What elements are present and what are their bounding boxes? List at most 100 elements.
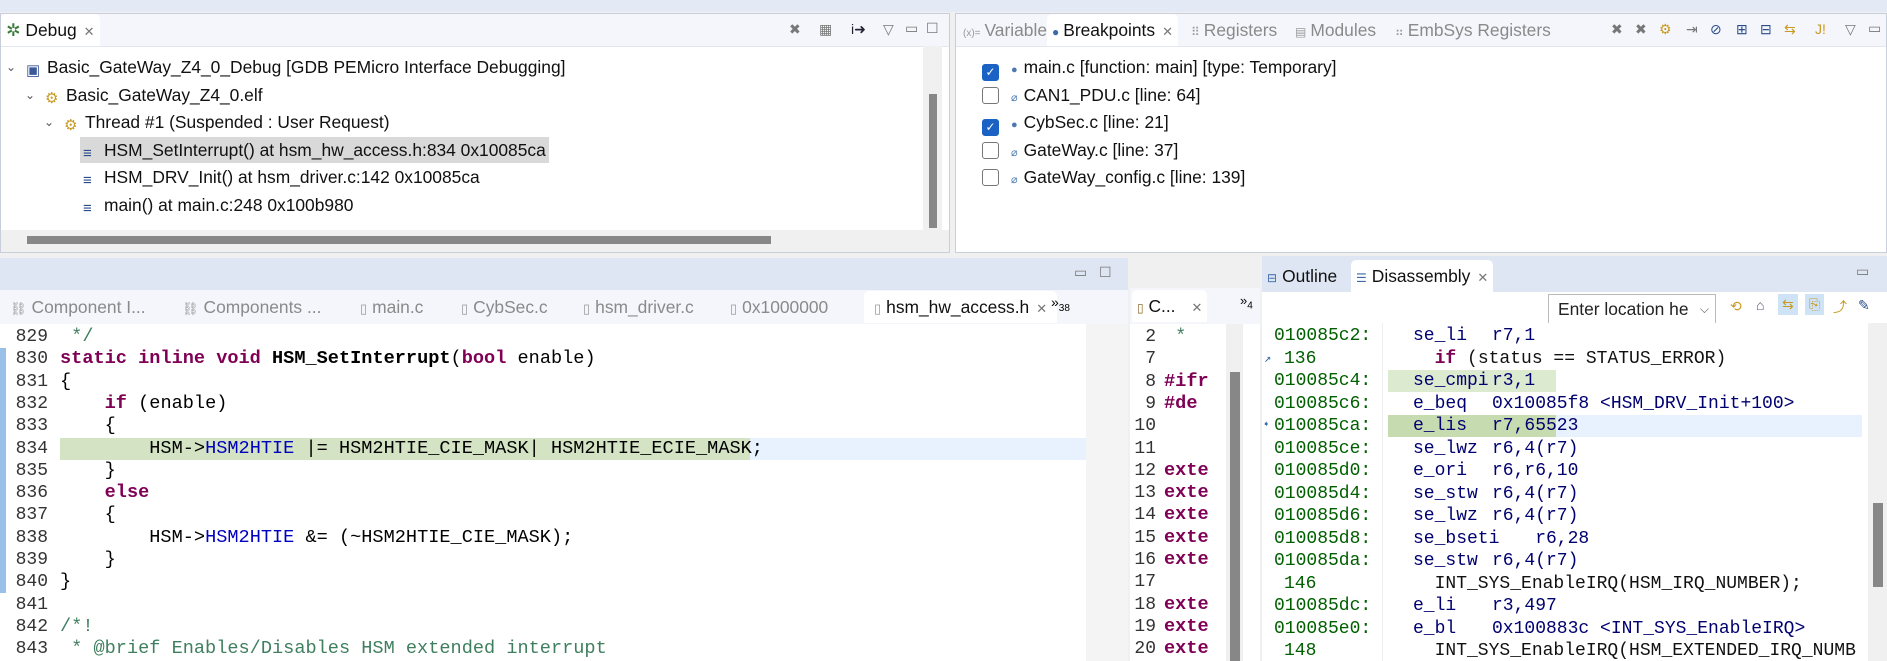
tab-editor-file[interactable]: ▯ hsm_driver.c	[583, 291, 694, 323]
show-supported-icon[interactable]: ⚙	[1659, 21, 1672, 38]
tab-editor-file[interactable]: ▯ hsm_hw_access.h ✕	[864, 291, 1058, 323]
goto-file-icon[interactable]: ⇥	[1686, 21, 1698, 38]
breakpoint-checkbox[interactable]	[982, 169, 999, 187]
code-editor[interactable]: 829 */ 830 static inline void HSM_SetInter…	[0, 324, 1086, 661]
grid-icon[interactable]: ▦	[819, 21, 832, 38]
horizontal-scrollbar[interactable]	[1, 230, 949, 252]
chevron-down-icon[interactable]: ⌵	[1699, 295, 1709, 323]
disassembly-row[interactable]: 010085dc: e_li r3,497	[1262, 595, 1868, 617]
breakpoint-checkbox[interactable]	[982, 141, 999, 159]
scrollbar-thumb[interactable]	[1873, 503, 1883, 587]
tab-editor-file[interactable]: ▯ 0x1000000	[730, 291, 828, 323]
close-icon[interactable]: ✕	[1162, 24, 1173, 39]
home-icon[interactable]: ⌂	[1756, 297, 1764, 313]
view-menu-icon[interactable]: ▽	[883, 21, 894, 38]
disassembly-row[interactable]: 010085d6: se_lwz r6,4(r7)	[1262, 505, 1868, 527]
tab-modules[interactable]: ▤ Modules	[1295, 14, 1376, 46]
close-icon[interactable]: ✕	[1036, 301, 1047, 316]
side-code[interactable]: 2 * 7 8 #ifr 9 #de 10 11 12 exte 13 exte 14 exte 15 ex…	[1130, 324, 1226, 661]
tab-editor-file[interactable]: ▯ main.c	[360, 291, 423, 323]
disassembly-row[interactable]: 148 INT_SYS_EnableIRQ(HSM_EXTENDED_IRQ_N…	[1262, 640, 1868, 661]
disassembly-row[interactable]: 010085d8: se_bseti r6,28	[1262, 528, 1868, 550]
breakpoint-checkbox[interactable]: ✓	[982, 119, 999, 137]
maximize-icon[interactable]: ☐	[926, 20, 939, 37]
close-icon[interactable]: ✕	[1192, 300, 1203, 315]
overview-ruler	[1086, 324, 1128, 661]
chevron-down-icon[interactable]: ⌄	[44, 109, 54, 135]
code-line: /*!	[60, 616, 93, 638]
tab-registers[interactable]: ⠿ Registers	[1191, 14, 1277, 46]
tree-item[interactable]: ≡ HSM_SetInterrupt() at hsm_hw_access.h:8…	[80, 136, 549, 163]
disassembly-row[interactable]: 010085d0: e_ori r6,r6,10	[1262, 460, 1868, 482]
breakpoint-item[interactable]: ⌀ CAN1_PDU.c [line: 64]	[982, 82, 1201, 108]
link-with-editor-icon[interactable]: ⇆	[1778, 294, 1798, 315]
disassembly-row[interactable]: 010085d4: se_stw r6,4(r7)	[1262, 483, 1868, 505]
scrollbar-thumb[interactable]	[929, 94, 937, 228]
minimize-icon[interactable]: ▭	[905, 20, 918, 37]
disassembly-row[interactable]: ↗ 136 if (status == STATUS_ERROR)	[1262, 348, 1868, 370]
disassembly-row[interactable]: 010085e0: e_bl 0x100883c <INT_SYS_EnableIR…	[1262, 618, 1868, 640]
tab-editor-file[interactable]: ⛓ Component I...	[10, 291, 146, 323]
breakpoint-checkbox[interactable]	[982, 86, 999, 104]
chevron-down-icon[interactable]: ⌄	[6, 54, 16, 80]
remove-breakpoint-icon[interactable]: ✖	[1611, 21, 1623, 38]
close-icon[interactable]: ✕	[84, 24, 95, 39]
remove-all-breakpoints-icon[interactable]: ✖	[1635, 21, 1647, 38]
close-icon[interactable]: ✕	[1477, 270, 1488, 285]
breakpoint-item[interactable]: ⌀ GateWay_config.c [line: 139]	[982, 164, 1245, 190]
breakpoint-checkbox[interactable]: ✓	[982, 64, 999, 81]
tree-item[interactable]: ⌄ ⚙ Basic_GateWay_Z4_0.elf	[25, 82, 266, 108]
maximize-icon[interactable]: ☐	[1099, 264, 1112, 281]
scrollbar-thumb[interactable]	[27, 236, 771, 244]
java-exception-icon[interactable]: J!	[1815, 21, 1826, 37]
minimize-icon[interactable]: ▭	[1856, 263, 1869, 280]
disassembly-row[interactable]: ➧ 010085ca: e_lis r7,65523	[1262, 415, 1868, 437]
disassembly-listing[interactable]: 010085c2: se_li r7,1 ↗ 136 if (status == STA…	[1262, 323, 1868, 661]
vertical-scrollbar[interactable]	[1868, 323, 1887, 661]
tab-variables[interactable]: (x)= Variables	[963, 14, 1056, 46]
tree-item[interactable]: ≡ main() at main.c:248 0x100b980	[80, 192, 356, 218]
show-source-icon[interactable]: ⎘	[1805, 294, 1825, 315]
expand-all-icon[interactable]: ⊞	[1736, 21, 1748, 38]
disassembly-row[interactable]: 010085c2: se_li r7,1	[1262, 325, 1868, 347]
minimize-icon[interactable]: ▭	[1074, 264, 1087, 281]
vertical-scrollbar[interactable]	[1226, 324, 1243, 661]
vertical-scrollbar[interactable]	[923, 46, 942, 230]
tree-item[interactable]: ≡ HSM_DRV_Init() at hsm_driver.c:142 0x10…	[80, 164, 483, 190]
step-into-icon[interactable]: i➜	[851, 21, 866, 38]
minimize-icon[interactable]: ▭	[1868, 20, 1881, 37]
tree-item[interactable]: ⌄ ⚙ Thread #1 (Suspended : User Request)	[44, 109, 393, 135]
scrollbar-thumb[interactable]	[1230, 372, 1240, 661]
tab-disassembly[interactable]: ☰ Disassembly ✕	[1351, 260, 1494, 292]
disassembly-row[interactable]: 010085da: se_stw r6,4(r7)	[1262, 550, 1868, 572]
tab-breakpoints[interactable]: ● Breakpoints ✕	[1047, 14, 1178, 46]
disassembly-row[interactable]: 010085c4: se_cmpi r3,1	[1262, 370, 1868, 392]
tab-overflow[interactable]: »4	[1240, 293, 1253, 312]
tab-editor-file[interactable]: ⛓ Components ...	[182, 291, 321, 323]
tab-embsys-registers[interactable]: ⠶ EmbSys Registers	[1395, 14, 1551, 46]
tab-outline[interactable]: ⊟ Outline	[1267, 260, 1337, 292]
view-menu-icon[interactable]: ▽	[1845, 21, 1856, 38]
location-combo[interactable]: Enter location he ⌵	[1548, 294, 1716, 323]
disassembly-row[interactable]: 010085c6: e_beq 0x10085f8 <HSM_DRV_Init+10…	[1262, 393, 1868, 415]
remove-terminated-icon[interactable]: ✖	[789, 21, 801, 38]
code-line: exte	[1164, 527, 1209, 549]
export-icon[interactable]: ⤴	[1833, 297, 1847, 317]
goto-pc-icon[interactable]: ⟲	[1730, 298, 1742, 315]
collapse-all-icon[interactable]: ⊟	[1760, 21, 1772, 38]
disassembly-row[interactable]: 010085ce: se_lwz r6,4(r7)	[1262, 438, 1868, 460]
pin-icon[interactable]: ✎	[1858, 297, 1870, 314]
breakpoint-item[interactable]: ✓ ● CybSec.c [line: 21]	[982, 109, 1169, 137]
breakpoint-item[interactable]: ✓ ● main.c [function: main] [type: Tempora…	[982, 54, 1337, 81]
tab-side-editor[interactable]: ▯ C... ✕	[1132, 290, 1208, 322]
skip-breakpoints-icon[interactable]: ⊘	[1710, 21, 1722, 38]
tab-debug[interactable]: ✲ Debug ✕	[1, 14, 100, 46]
disassembly-row[interactable]: 146 INT_SYS_EnableIRQ(HSM_IRQ_NUMBER);	[1262, 573, 1868, 595]
tab-editor-file[interactable]: ▯ CybSec.c	[461, 291, 548, 323]
tree-item[interactable]: ⌄ ▣ Basic_GateWay_Z4_0_Debug [GDB PEMicro …	[6, 54, 568, 80]
chevron-down-icon[interactable]: ⌄	[25, 82, 35, 108]
breakpoint-item[interactable]: ⌀ GateWay.c [line: 37]	[982, 137, 1178, 163]
tab-overflow[interactable]: »38	[1051, 294, 1070, 314]
link-with-debug-icon[interactable]: ⇆	[1784, 21, 1796, 38]
location-input[interactable]: Enter location he	[1558, 299, 1689, 319]
